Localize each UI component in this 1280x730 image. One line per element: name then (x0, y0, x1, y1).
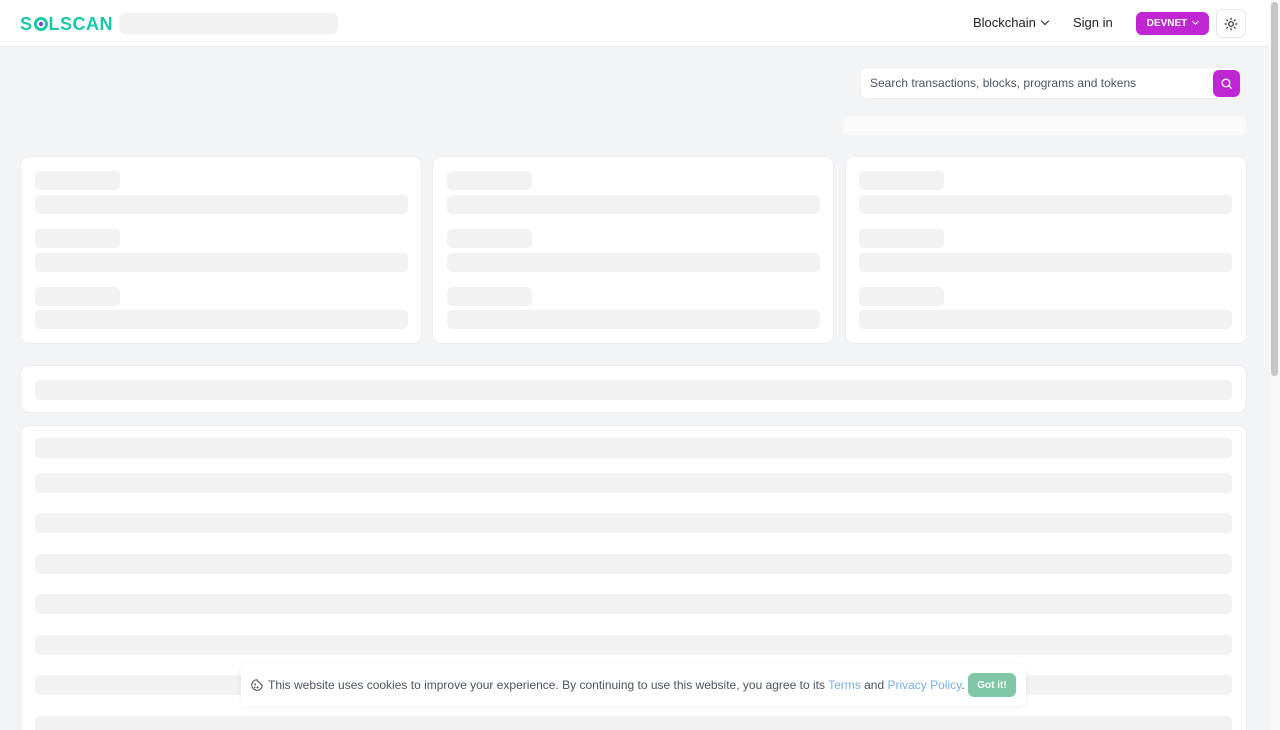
chevron-down-icon (1040, 16, 1050, 25)
sun-icon (1224, 17, 1238, 30)
cookie-and-text: and (864, 678, 885, 692)
search-button[interactable] (1213, 70, 1240, 97)
nav-blockchain-label: Blockchain (973, 15, 1036, 30)
logo-text-left: S (20, 13, 33, 34)
skeleton-value (35, 310, 408, 329)
overview-card-3 (846, 157, 1246, 343)
skeleton-value (447, 195, 820, 214)
search-input[interactable] (870, 68, 1210, 98)
skeleton-value (447, 310, 820, 329)
skeleton-row (35, 473, 1232, 493)
cookie-banner: This website uses cookies to improve you… (241, 664, 1026, 706)
skeleton-value (859, 195, 1232, 214)
skeleton-label (859, 287, 944, 306)
cookie-icon (250, 678, 264, 692)
skeleton-label (35, 171, 120, 190)
search-subtext-placeholder (843, 116, 1246, 135)
top-header: S LSCAN Blockchain Sign in DEVNET (0, 0, 1270, 47)
sign-in-link[interactable]: Sign in (1073, 15, 1113, 30)
terms-link[interactable]: Terms (828, 678, 861, 692)
skeleton-row (35, 513, 1232, 533)
skeleton-label (35, 229, 120, 248)
overview-card-1 (21, 157, 421, 343)
skeleton-tabs (35, 380, 1232, 400)
solscan-logo[interactable]: S LSCAN (20, 13, 113, 35)
global-search-box (860, 67, 1241, 99)
cookie-period: . (961, 678, 965, 692)
skeleton-value (859, 310, 1232, 329)
theme-toggle-button[interactable] (1216, 9, 1246, 38)
skeleton-value (859, 253, 1232, 272)
page-scrollbar-thumb[interactable] (1271, 2, 1278, 376)
cookie-text: This website uses cookies to improve you… (268, 678, 825, 692)
cookie-message: This website uses cookies to improve you… (268, 678, 965, 692)
skeleton-row (35, 635, 1232, 655)
skeleton-row (35, 716, 1232, 730)
skeleton-label (447, 171, 532, 190)
skeleton-label (447, 287, 532, 306)
chevron-down-icon (1192, 17, 1200, 26)
nav-blockchain-menu[interactable]: Blockchain (973, 15, 1050, 30)
skeleton-label (35, 287, 120, 306)
skeleton-label (447, 229, 532, 248)
search-icon (1221, 78, 1233, 90)
header-loading-placeholder (119, 13, 338, 34)
logo-text-right: LSCAN (48, 13, 114, 34)
network-label: DEVNET (1146, 18, 1188, 29)
skeleton-row (35, 438, 1232, 458)
skeleton-value (35, 195, 408, 214)
skeleton-label (859, 229, 944, 248)
skeleton-row (35, 554, 1232, 574)
cookie-accept-button[interactable]: Got it! (968, 673, 1016, 697)
skeleton-value (447, 253, 820, 272)
tab-bar-card (21, 366, 1246, 412)
network-selector-button[interactable]: DEVNET (1136, 12, 1209, 35)
skeleton-label (859, 171, 944, 190)
privacy-policy-link[interactable]: Privacy Policy (887, 678, 961, 692)
overview-card-2 (433, 157, 833, 343)
skeleton-value (35, 253, 408, 272)
logo-mark-icon (33, 17, 48, 31)
skeleton-row (35, 594, 1232, 614)
